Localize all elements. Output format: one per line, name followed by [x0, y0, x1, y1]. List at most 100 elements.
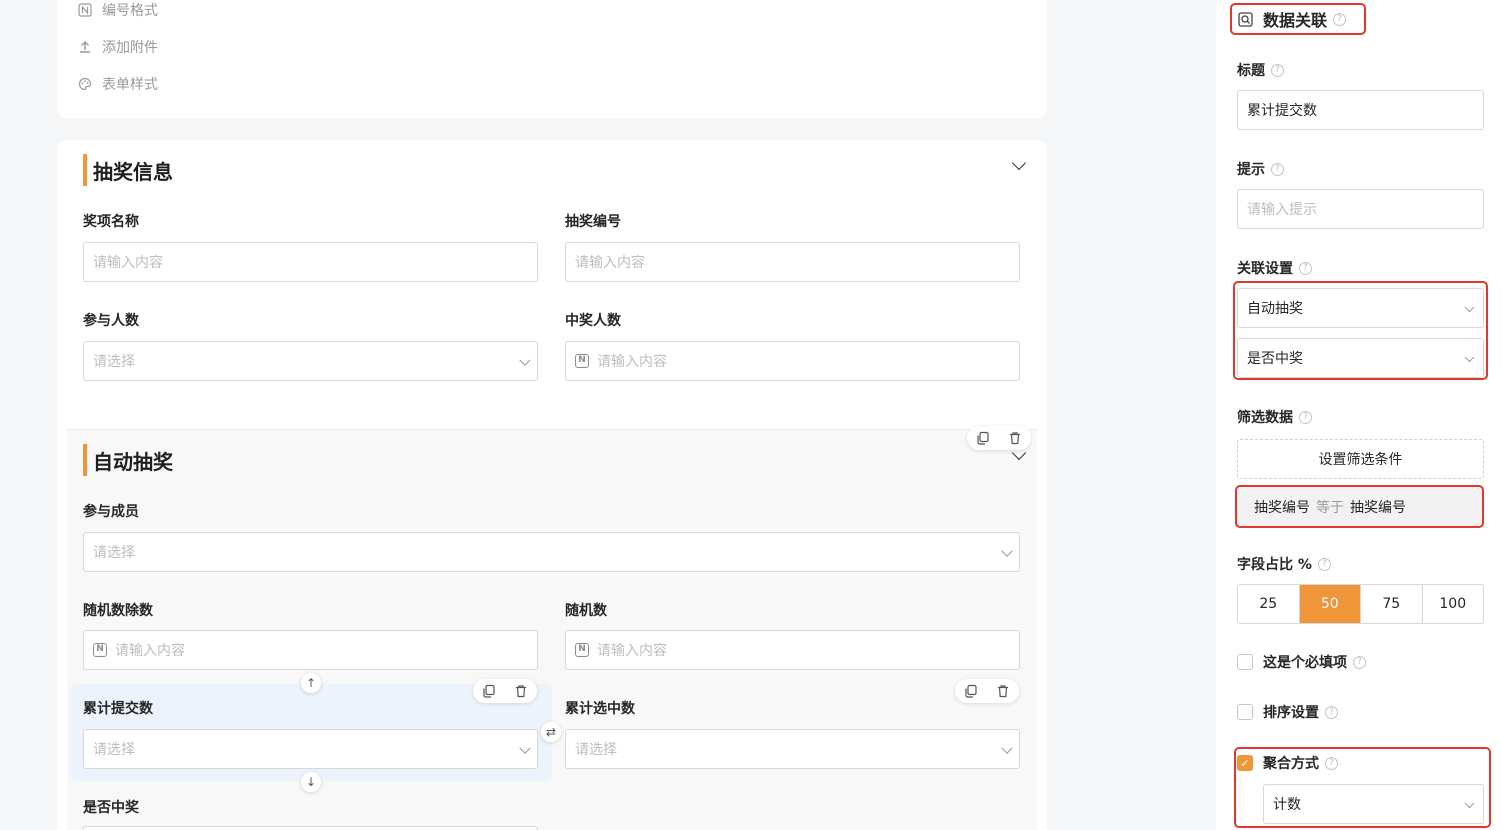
copy-icon[interactable]	[479, 681, 499, 701]
participants-select[interactable]: 请选择	[83, 341, 538, 381]
set-filter-button-label: 设置筛选条件	[1318, 452, 1403, 468]
highlight-box-relation	[1233, 281, 1488, 380]
delete-icon[interactable]	[993, 681, 1013, 701]
ratio-label: 字段占比 % ?	[1237, 554, 1331, 574]
total-selected-select[interactable]: 请选择	[565, 729, 1020, 769]
field-toolbar	[473, 679, 537, 703]
hint-placeholder: 请输入提示	[1247, 202, 1317, 218]
menu-item-number-format[interactable]: 编号格式	[78, 0, 158, 20]
is-winner-input[interactable]	[83, 826, 538, 830]
highlight-box-aggregate	[1234, 747, 1491, 828]
section-title-text: 抽奖信息	[93, 159, 173, 184]
menu-item-label: 编号格式	[102, 3, 158, 19]
move-down-icon[interactable]: ↓	[301, 772, 321, 792]
sort-checkbox[interactable]: 排序设置 ?	[1237, 702, 1338, 722]
random-divisor-input[interactable]: N 请输入内容	[83, 630, 538, 670]
filter-label-text: 筛选数据	[1237, 410, 1293, 426]
set-filter-button[interactable]: 设置筛选条件	[1237, 439, 1484, 479]
ratio-option-75[interactable]: 75	[1361, 585, 1423, 623]
help-icon[interactable]: ?	[1299, 410, 1312, 424]
random-number-input[interactable]: N 请输入内容	[565, 630, 1020, 670]
swap-icon[interactable]: ⇄	[541, 722, 561, 742]
chevron-down-icon	[1001, 545, 1013, 557]
input-placeholder: 请输入内容	[93, 255, 163, 271]
required-checkbox[interactable]: 这是个必填项 ?	[1237, 652, 1366, 672]
help-icon[interactable]: ?	[1299, 261, 1312, 275]
title-input[interactable]: 累计提交数	[1237, 90, 1484, 130]
highlight-box-header	[1230, 3, 1366, 35]
upload-icon	[78, 40, 92, 54]
help-icon[interactable]: ?	[1353, 655, 1366, 669]
section-title-text: 自动抽奖	[93, 449, 173, 474]
menu-card	[57, 0, 1047, 118]
help-icon[interactable]: ?	[1271, 63, 1284, 77]
help-icon[interactable]: ?	[1271, 162, 1284, 176]
field-label-participants: 参与人数	[83, 313, 139, 329]
section-title-lottery: 抽奖信息	[83, 153, 173, 187]
relation-label-text: 关联设置	[1237, 261, 1293, 277]
field-label-lottery-number: 抽奖编号	[565, 214, 621, 230]
ratio-segmented-control: 25 50 75 100	[1237, 584, 1484, 624]
help-icon[interactable]: ?	[1317, 557, 1331, 571]
input-placeholder: 请选择	[93, 354, 135, 370]
members-select[interactable]: 请选择	[83, 532, 1020, 572]
field-label-members: 参与成员	[83, 504, 139, 520]
move-up-icon[interactable]: ↑	[301, 673, 321, 693]
title-label: 标题 ?	[1237, 60, 1284, 80]
copy-icon[interactable]	[961, 681, 981, 701]
input-placeholder: 请选择	[93, 742, 135, 758]
input-placeholder: 请输入内容	[597, 643, 667, 659]
hint-label: 提示 ?	[1237, 159, 1284, 179]
required-label: 这是个必填项	[1263, 655, 1347, 671]
field-label-total-submissions: 累计提交数	[83, 701, 153, 717]
field-label-is-winner: 是否中奖	[83, 800, 139, 816]
field-label-total-selected: 累计选中数	[565, 701, 635, 717]
relation-label: 关联设置 ?	[1237, 258, 1312, 278]
ratio-option-25[interactable]: 25	[1238, 585, 1300, 623]
title-label-text: 标题	[1237, 63, 1265, 79]
number-icon: N	[575, 643, 589, 657]
menu-item-label: 表单样式	[102, 77, 158, 93]
hint-label-text: 提示	[1237, 162, 1265, 178]
palette-icon	[78, 77, 92, 91]
number-icon: N	[575, 354, 589, 368]
chevron-down-icon	[1001, 742, 1013, 754]
number-icon: N	[93, 643, 107, 657]
field-label-prize-name: 奖项名称	[83, 214, 139, 230]
checkbox-box[interactable]	[1237, 654, 1253, 670]
title-input-value: 累计提交数	[1247, 103, 1317, 119]
sort-label: 排序设置	[1263, 705, 1319, 721]
total-submissions-select[interactable]: 请选择	[83, 729, 538, 769]
input-placeholder: 请选择	[93, 545, 135, 561]
ratio-option-50[interactable]: 50	[1299, 585, 1361, 623]
chevron-down-icon	[519, 354, 531, 366]
subform-toolbar	[967, 426, 1031, 450]
field-toolbar	[955, 679, 1019, 703]
hint-input[interactable]: 请输入提示	[1237, 189, 1484, 229]
number-format-icon	[78, 3, 92, 17]
ratio-option-100[interactable]: 100	[1423, 585, 1484, 623]
section-title-auto-lottery: 自动抽奖	[83, 443, 173, 477]
menu-item-form-style[interactable]: 表单样式	[78, 74, 158, 94]
help-icon[interactable]: ?	[1325, 705, 1338, 719]
chevron-down-icon	[519, 742, 531, 754]
winners-input[interactable]: N 请输入内容	[565, 341, 1020, 381]
delete-icon[interactable]	[511, 681, 531, 701]
ratio-label-text: 字段占比 %	[1237, 557, 1312, 573]
highlight-box-filter	[1235, 485, 1484, 528]
field-label-random-divisor: 随机数除数	[83, 603, 153, 619]
delete-icon[interactable]	[1005, 428, 1025, 448]
filter-label: 筛选数据 ?	[1237, 407, 1312, 427]
field-label-winners: 中奖人数	[565, 313, 621, 329]
input-placeholder: 请输入内容	[575, 255, 645, 271]
input-placeholder: 请输入内容	[597, 354, 667, 370]
field-label-random-number: 随机数	[565, 603, 607, 619]
menu-item-add-attachment[interactable]: 添加附件	[78, 37, 158, 57]
checkbox-box[interactable]	[1237, 704, 1253, 720]
input-placeholder: 请输入内容	[115, 643, 185, 659]
copy-icon[interactable]	[973, 428, 993, 448]
menu-item-label: 添加附件	[102, 40, 158, 56]
section-accent-bar	[83, 444, 87, 476]
lottery-number-input[interactable]: 请输入内容	[565, 242, 1020, 282]
prize-name-input[interactable]: 请输入内容	[83, 242, 538, 282]
